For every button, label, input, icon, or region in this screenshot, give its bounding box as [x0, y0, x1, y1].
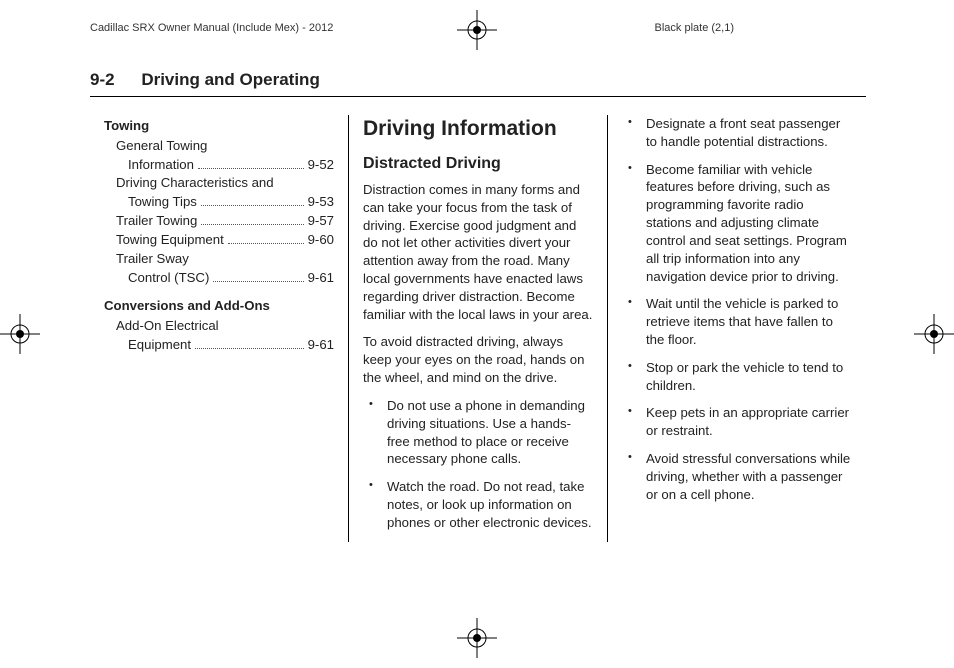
- toc-label: Information: [128, 156, 194, 174]
- toc-entry: Trailer Towing 9-57: [104, 212, 334, 230]
- toc-leader: [228, 243, 304, 244]
- bullet-list: Do not use a phone in demanding driving …: [363, 397, 593, 532]
- body-paragraph: To avoid distracted driving, always keep…: [363, 333, 593, 386]
- toc-label: Add-On Electrical: [116, 317, 219, 335]
- bullet-item: Avoid stressful conversations while driv…: [622, 450, 852, 503]
- toc-page: 9-53: [308, 193, 334, 211]
- bullet-item: Wait until the vehicle is parked to retr…: [622, 295, 852, 348]
- doc-title: Cadillac SRX Owner Manual (Include Mex) …: [90, 22, 333, 34]
- toc-leader: [201, 205, 304, 206]
- toc-leader: [213, 281, 303, 282]
- crop-mark-right: [914, 314, 954, 354]
- chapter-title: Driving and Operating: [141, 70, 320, 89]
- page-body: 9-2 Driving and Operating Towing General …: [90, 70, 866, 542]
- toc-entry: Add-On Electrical: [104, 317, 334, 335]
- content-column-2: Designate a front seat passenger to hand…: [607, 115, 866, 542]
- bullet-item: Become familiar with vehicle features be…: [622, 161, 852, 286]
- toc-entry: Trailer Sway: [104, 250, 334, 268]
- toc-label: Control (TSC): [128, 269, 209, 287]
- toc-entry: Towing Equipment 9-60: [104, 231, 334, 249]
- toc-label: Trailer Towing: [116, 212, 197, 230]
- toc-entry: Information 9-52: [104, 156, 334, 174]
- toc-label: Equipment: [128, 336, 191, 354]
- toc-page: 9-57: [308, 212, 334, 230]
- crop-mark-top: [457, 10, 497, 50]
- bullet-item: Designate a front seat passenger to hand…: [622, 115, 852, 151]
- toc-leader: [198, 168, 304, 169]
- toc-entry: Towing Tips 9-53: [104, 193, 334, 211]
- toc-leader: [195, 348, 304, 349]
- toc-page: 9-61: [308, 269, 334, 287]
- toc-heading: Conversions and Add-Ons: [104, 297, 334, 315]
- toc-entry: Equipment 9-61: [104, 336, 334, 354]
- toc-heading: Towing: [104, 117, 334, 135]
- toc-label: Towing Tips: [128, 193, 197, 211]
- toc-label: Towing Equipment: [116, 231, 224, 249]
- running-head: 9-2 Driving and Operating: [90, 70, 866, 97]
- toc-entry: General Towing: [104, 137, 334, 155]
- toc-page: 9-60: [308, 231, 334, 249]
- toc-label: General Towing: [116, 137, 207, 155]
- plate-info: Black plate (2,1): [655, 22, 734, 34]
- crop-mark-bottom: [457, 618, 497, 658]
- page-number: 9-2: [90, 70, 115, 89]
- toc-column: Towing General TowingInformation 9-52 Drivi…: [90, 115, 348, 542]
- toc-label: Driving Characteristics and: [116, 174, 274, 192]
- bullet-item: Keep pets in an appropriate carrier or r…: [622, 404, 852, 440]
- toc-entry: Control (TSC) 9-61: [104, 269, 334, 287]
- toc-page: 9-61: [308, 336, 334, 354]
- toc-label: Trailer Sway: [116, 250, 189, 268]
- content-column-1: Driving Information Distracted Driving D…: [348, 115, 607, 542]
- bullet-list: Designate a front seat passenger to hand…: [622, 115, 852, 503]
- body-paragraph: Distraction comes in many forms and can …: [363, 181, 593, 324]
- bullet-item: Do not use a phone in demanding driving …: [363, 397, 593, 468]
- section-title: Driving Information: [363, 115, 593, 143]
- toc-leader: [201, 224, 303, 225]
- toc-page: 9-52: [308, 156, 334, 174]
- bullet-item: Watch the road. Do not read, take notes,…: [363, 478, 593, 531]
- section-subtitle: Distracted Driving: [363, 153, 593, 175]
- toc-entry: Driving Characteristics and: [104, 174, 334, 192]
- crop-mark-left: [0, 314, 40, 354]
- bullet-item: Stop or park the vehicle to tend to chil…: [622, 359, 852, 395]
